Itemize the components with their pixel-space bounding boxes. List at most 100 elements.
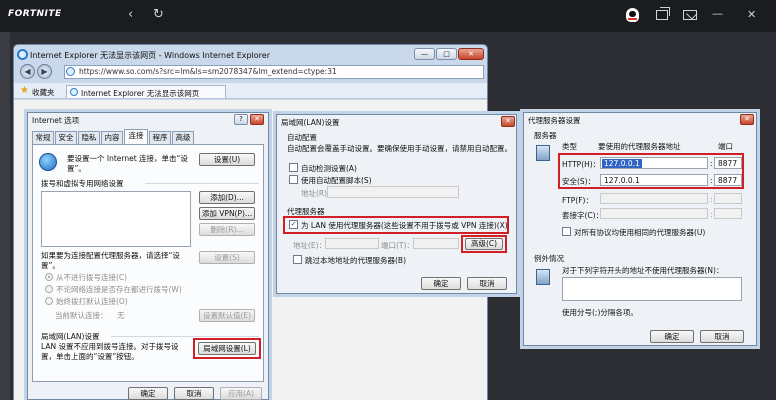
launcher-sidebar — [0, 32, 10, 400]
internet-options-dialog: Internet 选项 ? ✕ 常规 安全 隐私 内容 连接 程序 高级 要设置… — [27, 112, 269, 400]
internet-options-title: Internet 选项 — [32, 116, 80, 125]
secure-address-input[interactable]: 127.0.0.1 — [600, 174, 708, 186]
secure-type-label: 安全(S)： — [562, 177, 596, 186]
setup-button[interactable]: 设置(U) — [199, 153, 255, 166]
lan-text: LAN 设置不应用到拨号连接。对于拨号设置，单击上面的“设置”按钮。 — [41, 342, 179, 361]
tab-content[interactable]: 内容 — [101, 131, 123, 144]
tab-security[interactable]: 安全 — [55, 131, 77, 144]
ie-maximize-button[interactable]: □ — [436, 48, 457, 60]
use-proxy-checkbox[interactable]: ✓ — [289, 220, 298, 229]
internet-options-close-button[interactable]: ✕ — [250, 114, 264, 125]
port-colon: : — [710, 176, 713, 185]
ie-tab[interactable]: Internet Explorer 无法显示该网页 — [66, 85, 226, 98]
servers-group-label: 服务器 — [534, 131, 557, 140]
help-button[interactable]: ? — [234, 114, 248, 125]
proxy-port-label: 端口(T)： — [381, 241, 414, 250]
proxy-cancel-button[interactable]: 取消 — [700, 330, 744, 343]
add-vpn-button[interactable]: 添加 VPN(P)... — [199, 207, 255, 220]
port-colon: : — [710, 159, 713, 168]
ie-address-bar[interactable]: https://www.so.com/s?src=lm&ls=sm2078347… — [64, 65, 484, 79]
radio-always-dial[interactable] — [45, 297, 53, 305]
proxy-hint-text: 如果要为连接配置代理服务器，请选择“设置”。 — [41, 251, 180, 270]
same-proxy-checkbox[interactable] — [562, 227, 571, 236]
ie-forward-button[interactable]: ▶ — [37, 64, 52, 79]
tab-programs[interactable]: 程序 — [149, 131, 171, 144]
port-colon: : — [710, 195, 713, 204]
current-default-label: 当前默认连接： — [55, 311, 108, 320]
http-address-input[interactable]: 127.0.0.1 — [600, 157, 708, 169]
settings-button[interactable]: 设置(S) — [199, 251, 255, 264]
secure-address-value: 127.0.0.1 — [604, 176, 640, 185]
socks-address-input[interactable] — [600, 208, 708, 219]
page-icon — [66, 67, 75, 76]
qq-penguin-icon[interactable] — [626, 8, 639, 22]
mail-icon[interactable] — [683, 8, 698, 20]
proxy-settings-close-button[interactable]: ✕ — [740, 114, 754, 125]
ie-close-button[interactable]: ✕ — [458, 48, 484, 60]
globe-network-icon — [39, 153, 57, 171]
radio-always-dial-label: 始终拨打默认连接(O) — [56, 297, 128, 306]
connections-pane: 要设置一个 Internet 连接，单击“设置”。 设置(U) 拨号和虚拟专用网… — [32, 144, 264, 382]
group-divider — [145, 183, 259, 184]
ok-button[interactable]: 确定 — [128, 387, 168, 400]
lan-settings-button[interactable]: 局域网设置(L) — [198, 342, 256, 355]
lan-cancel-button[interactable]: 取消 — [467, 277, 507, 290]
set-default-button[interactable]: 设置默认值(E) — [199, 309, 255, 322]
proxy-ok-button[interactable]: 确定 — [650, 330, 694, 343]
tab-privacy[interactable]: 隐私 — [78, 131, 100, 144]
advanced-button[interactable]: 高级(C) — [465, 238, 503, 250]
cancel-button[interactable]: 取消 — [174, 387, 214, 400]
auto-detect-label: 自动检测设置(A) — [301, 164, 357, 173]
socks-port-input[interactable] — [714, 208, 742, 219]
ftp-address-input[interactable] — [600, 193, 708, 204]
radio-dial-whenever[interactable] — [45, 285, 53, 293]
separator-hint: 使用分号(;)分隔各项。 — [562, 308, 638, 317]
http-type-label: HTTP(H)： — [562, 160, 601, 169]
bypass-local-checkbox[interactable] — [293, 255, 302, 264]
window-switch-icon[interactable] — [656, 7, 670, 20]
remove-button[interactable]: 删除(R)... — [199, 223, 255, 236]
ie-back-button[interactable]: ◀ — [20, 64, 35, 79]
auto-config-text: 自动配置会覆盖手动设置。要确保使用手动设置，请禁用自动配置。 — [287, 144, 512, 153]
column-port-header: 端口 — [718, 142, 733, 151]
radio-never-dial[interactable] — [45, 273, 53, 281]
group-divider — [111, 336, 259, 337]
back-arrow-icon[interactable]: ‹ — [128, 8, 133, 21]
http-port-value: 8877 — [718, 159, 738, 168]
secure-port-input[interactable]: 8877 — [714, 174, 742, 186]
proxy-address-input[interactable] — [325, 238, 379, 249]
fortnite-logo[interactable]: FORTNITE — [8, 9, 62, 19]
lan-settings-close-button[interactable]: ✕ — [501, 116, 515, 127]
favorites-label[interactable]: 收藏夹 — [32, 87, 55, 98]
ie-minimize-button[interactable]: — — [414, 48, 435, 60]
exceptions-input[interactable] — [562, 277, 742, 301]
use-proxy-label: 为 LAN 使用代理服务器(这些设置不用于拨号或 VPN 连接)(X) — [301, 221, 508, 230]
column-address-header: 要使用的代理服务器地址 — [598, 142, 681, 151]
tab-advanced[interactable]: 高级 — [172, 131, 194, 144]
dialup-group-label: 拨号和虚拟专用网络设置 — [41, 179, 124, 188]
exceptions-group-label: 例外情况 — [534, 254, 564, 263]
exceptions-computer-icon — [536, 269, 550, 285]
secure-port-value: 8877 — [718, 176, 738, 185]
use-script-checkbox[interactable] — [289, 175, 298, 184]
reload-icon[interactable]: ↻ — [153, 8, 164, 21]
proxy-port-input[interactable] — [413, 238, 459, 249]
radio-never-dial-label: 从不进行拨号连接(C) — [56, 273, 128, 282]
ftp-port-input[interactable] — [714, 193, 742, 204]
http-address-value: 127.0.0.1 — [602, 159, 642, 168]
favorites-star-icon[interactable]: ★ — [20, 86, 29, 96]
tab-connections[interactable]: 连接 — [124, 129, 148, 144]
http-port-input[interactable]: 8877 — [714, 157, 742, 169]
use-script-label: 使用自动配置脚本(S) — [301, 176, 372, 185]
tab-general[interactable]: 常规 — [32, 131, 54, 144]
close-icon[interactable]: ✕ — [747, 8, 756, 21]
ie-logo-icon — [17, 49, 28, 60]
minimize-icon[interactable]: — — [712, 7, 723, 20]
ie-window-title: Internet Explorer 无法显示该网页 - Windows Inte… — [30, 51, 271, 60]
script-address-input[interactable] — [327, 186, 459, 198]
connections-list[interactable] — [41, 191, 191, 247]
apply-button[interactable]: 应用(A) — [220, 387, 262, 400]
auto-detect-checkbox[interactable] — [289, 163, 298, 172]
lan-ok-button[interactable]: 确定 — [421, 277, 461, 290]
add-button[interactable]: 添加(D)... — [199, 191, 255, 204]
